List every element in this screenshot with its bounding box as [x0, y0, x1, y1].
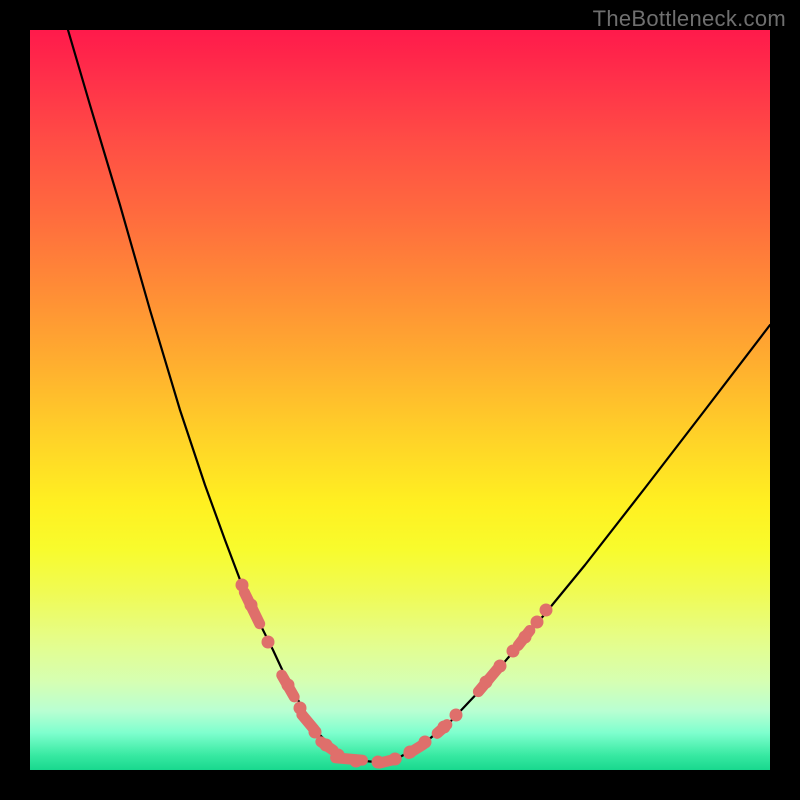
marker-layer	[236, 579, 553, 770]
marker-dot	[236, 579, 249, 592]
marker-dot	[419, 736, 432, 749]
marker-dot	[245, 599, 258, 612]
marker-dot	[372, 756, 385, 769]
v-curve-line	[68, 30, 770, 762]
marker-dot	[450, 709, 463, 722]
marker-dot	[262, 636, 275, 649]
chart-svg	[30, 30, 770, 770]
marker-dot	[480, 676, 493, 689]
marker-dot	[309, 726, 322, 739]
marker-dot	[320, 739, 333, 752]
marker-dot	[332, 749, 345, 762]
marker-dot	[282, 679, 295, 692]
marker-dot	[389, 753, 402, 766]
marker-dot	[531, 616, 544, 629]
marker-dot	[507, 645, 520, 658]
marker-dot	[294, 702, 307, 715]
marker-dot	[404, 746, 417, 759]
app-frame: TheBottleneck.com	[0, 0, 800, 800]
plot-area	[30, 30, 770, 770]
watermark-text: TheBottleneck.com	[593, 6, 786, 32]
marker-dot	[519, 631, 532, 644]
marker-dot	[350, 755, 363, 768]
marker-dot	[494, 660, 507, 673]
marker-dot	[540, 604, 553, 617]
marker-dot	[438, 721, 451, 734]
